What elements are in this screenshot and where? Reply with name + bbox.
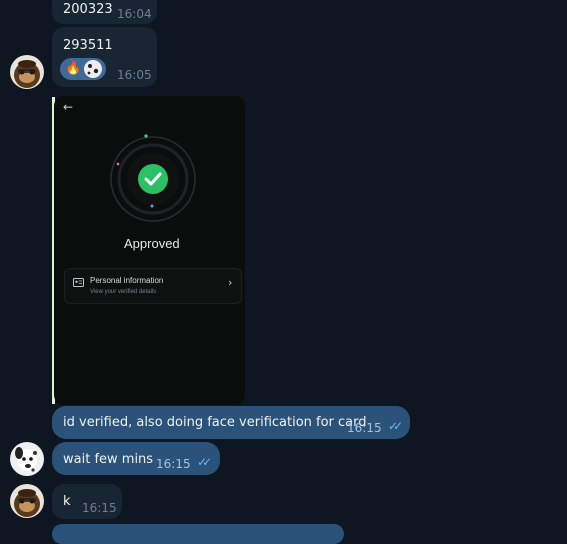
approved-badge-icon bbox=[110, 134, 196, 222]
read-checkmarks-icon: ✓✓ bbox=[197, 455, 212, 469]
message-bubble[interactable]: k 16:15 bbox=[52, 484, 122, 519]
message-text: 293511 bbox=[63, 38, 113, 53]
message-bubble-outgoing[interactable]: id verified, also doing face verificatio… bbox=[52, 406, 410, 439]
approved-status: Approved bbox=[124, 236, 180, 251]
message-time: 16:05 bbox=[117, 68, 152, 82]
id-card-icon bbox=[73, 278, 84, 287]
avatar-monkey[interactable] bbox=[10, 55, 44, 89]
message-bubble-outgoing[interactable]: wait few mins 16:15 ✓✓ bbox=[52, 442, 220, 475]
message-time: 16:15 bbox=[347, 421, 382, 435]
fire-icon: 🔥 bbox=[65, 61, 82, 76]
reactions-pill[interactable]: 🔥 bbox=[60, 58, 106, 80]
message-bubble-outgoing[interactable] bbox=[52, 524, 344, 544]
avatar-monkey[interactable] bbox=[10, 484, 44, 518]
read-checkmarks-icon: ✓✓ bbox=[388, 419, 403, 433]
message-text: id verified, also doing face verificatio… bbox=[63, 415, 367, 430]
message-bubble[interactable]: 293511 🔥 16:05 bbox=[52, 27, 157, 87]
image-attachment[interactable]: ← Approved Personal information View you… bbox=[54, 96, 245, 405]
message-text: 200323 bbox=[63, 2, 113, 17]
card-title: Personal information bbox=[90, 276, 164, 285]
message-time: 16:15 bbox=[82, 501, 117, 515]
avatar-dalmatian[interactable] bbox=[10, 442, 44, 476]
dalmatian-avatar-icon bbox=[84, 60, 102, 78]
message-time: 16:04 bbox=[117, 7, 152, 21]
message-text: wait few mins bbox=[63, 452, 154, 467]
message-time: 16:15 bbox=[156, 457, 191, 471]
chevron-right-icon: › bbox=[228, 276, 233, 289]
back-arrow-icon: ← bbox=[63, 100, 74, 114]
message-text: k bbox=[63, 494, 71, 509]
message-bubble[interactable]: 200323 16:04 bbox=[52, 0, 157, 24]
personal-information-card[interactable]: Personal information View your verified … bbox=[64, 268, 242, 304]
card-subtitle: View your verified details bbox=[90, 289, 157, 295]
